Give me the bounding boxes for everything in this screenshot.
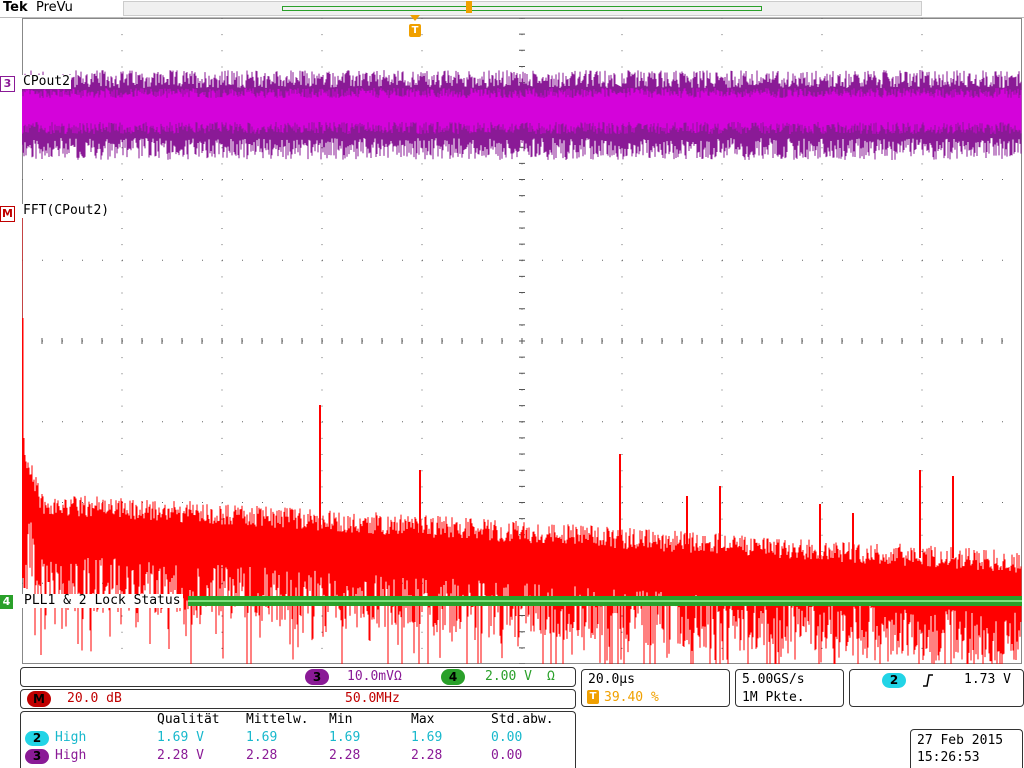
trigger-panel[interactable]: 2 1.73 V <box>849 669 1024 707</box>
row-min: 1.69 <box>329 730 361 745</box>
row-quality: High <box>55 730 87 745</box>
row-min: 2.28 <box>329 748 361 763</box>
ch3-scale-badge: 3 <box>305 669 329 685</box>
date-display: 27 Feb 2015 <box>917 733 1004 748</box>
row-max: 2.28 <box>411 748 443 763</box>
ch3-offset-marker[interactable]: 3 <box>0 76 15 92</box>
row-max: 1.69 <box>411 730 443 745</box>
oscilloscope-screen: Tek PreVu T 3 CPout2 M FFT(CPout2) 4 PLL… <box>0 0 1024 768</box>
row-value: 2.28 V <box>157 748 204 763</box>
header-std: Std.abw. <box>491 712 554 727</box>
record-view-bar[interactable] <box>123 1 922 16</box>
ch3-scale: 10.0mVΩ <box>347 669 402 684</box>
math-label: FFT(CPout2) <box>22 203 111 218</box>
ch3-waveform <box>22 70 1022 160</box>
datetime-panel: 27 Feb 2015 15:26:53 <box>910 729 1023 768</box>
header-mean: Mittelw. <box>246 712 309 727</box>
brand-logo: Tek <box>3 0 28 15</box>
ch4-offset-marker[interactable]: 4 <box>0 595 13 609</box>
trigger-level: 1.73 V <box>964 672 1011 687</box>
trigger-source-badge: 2 <box>882 673 906 688</box>
header-min: Min <box>329 712 353 727</box>
trigger-position-marker[interactable]: T <box>407 15 423 39</box>
row-value: 1.69 V <box>157 730 204 745</box>
ch2-badge: 2 <box>25 731 49 746</box>
record-length: 1M Pkte. <box>742 690 805 705</box>
record-trigger-icon <box>466 1 472 13</box>
ch4-waveform <box>188 596 1022 606</box>
time-display: 15:26:53 <box>917 750 980 765</box>
math-scale-badge: M <box>27 691 51 707</box>
ch4-label: PLL1 & 2 Lock Status <box>22 593 183 608</box>
ch4-scale: 2.00 V <box>485 669 532 684</box>
record-view-line <box>282 6 762 7</box>
sample-rate: 5.00GS/s <box>742 672 805 687</box>
table-row[interactable]: 2 High 1.69 V 1.69 1.69 1.69 0.00 <box>21 730 575 748</box>
timebase-panel[interactable]: 20.0μs T 39.40 % <box>581 669 730 707</box>
ch4-scale-badge: 4 <box>441 669 465 685</box>
acquisition-panel[interactable]: 5.00GS/s 1M Pkte. <box>735 669 844 707</box>
math-scale: 20.0 dB <box>67 691 122 706</box>
horizontal-scale: 20.0μs <box>588 672 635 687</box>
ch4-termination: Ω <box>547 669 555 684</box>
row-mean: 1.69 <box>246 730 278 745</box>
trigger-position-icon: T <box>587 690 599 704</box>
acquisition-state: PreVu <box>36 0 73 15</box>
header-max: Max <box>411 712 435 727</box>
ch3-badge: 3 <box>25 749 49 764</box>
fft-noise-floor <box>22 439 1022 664</box>
status-bar: Tek PreVu <box>0 0 1024 18</box>
trigger-marker-letter: T <box>411 25 419 36</box>
row-mean: 2.28 <box>246 748 278 763</box>
row-std: 0.00 <box>491 730 523 745</box>
math-span: 50.0MHz <box>345 691 400 706</box>
trigger-position: 39.40 % <box>604 690 659 705</box>
fft-dc-component <box>22 208 26 588</box>
math-offset-marker[interactable]: M <box>0 206 15 222</box>
row-std: 0.00 <box>491 748 523 763</box>
row-quality: High <box>55 748 87 763</box>
ch3-label: CPout2 <box>22 74 71 89</box>
rising-edge-icon <box>923 674 933 687</box>
math-scale-panel[interactable]: M 20.0 dB 50.0MHz <box>20 689 576 709</box>
header-quality: Qualität <box>157 712 220 727</box>
vertical-scale-panel[interactable]: 3 10.0mVΩ 4 2.00 V Ω <box>20 667 576 687</box>
measurement-panel[interactable]: Qualität Mittelw. Min Max Std.abw. 2 Hig… <box>20 711 576 768</box>
table-row[interactable]: 3 High 2.28 V 2.28 2.28 2.28 0.00 <box>21 748 575 766</box>
waveform-display[interactable] <box>22 18 1022 664</box>
